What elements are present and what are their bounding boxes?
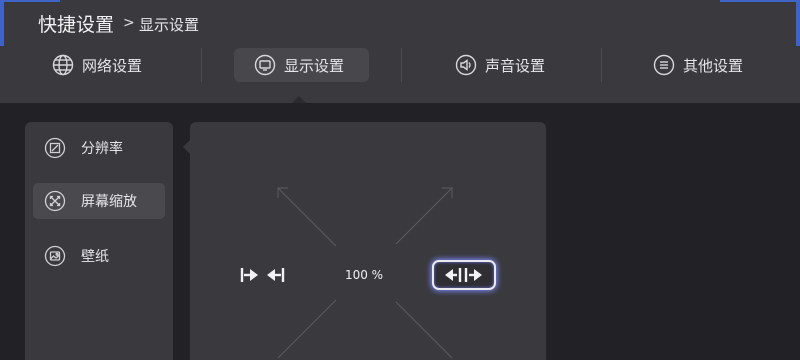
zoom-value: 100 % xyxy=(344,268,384,282)
zoom-in-button[interactable] xyxy=(432,260,496,290)
zoom-out-button[interactable] xyxy=(240,265,286,285)
expand-arrows-icon xyxy=(445,268,482,282)
scale-guide-lines xyxy=(277,187,453,359)
shrink-arrows-icon xyxy=(240,268,285,282)
